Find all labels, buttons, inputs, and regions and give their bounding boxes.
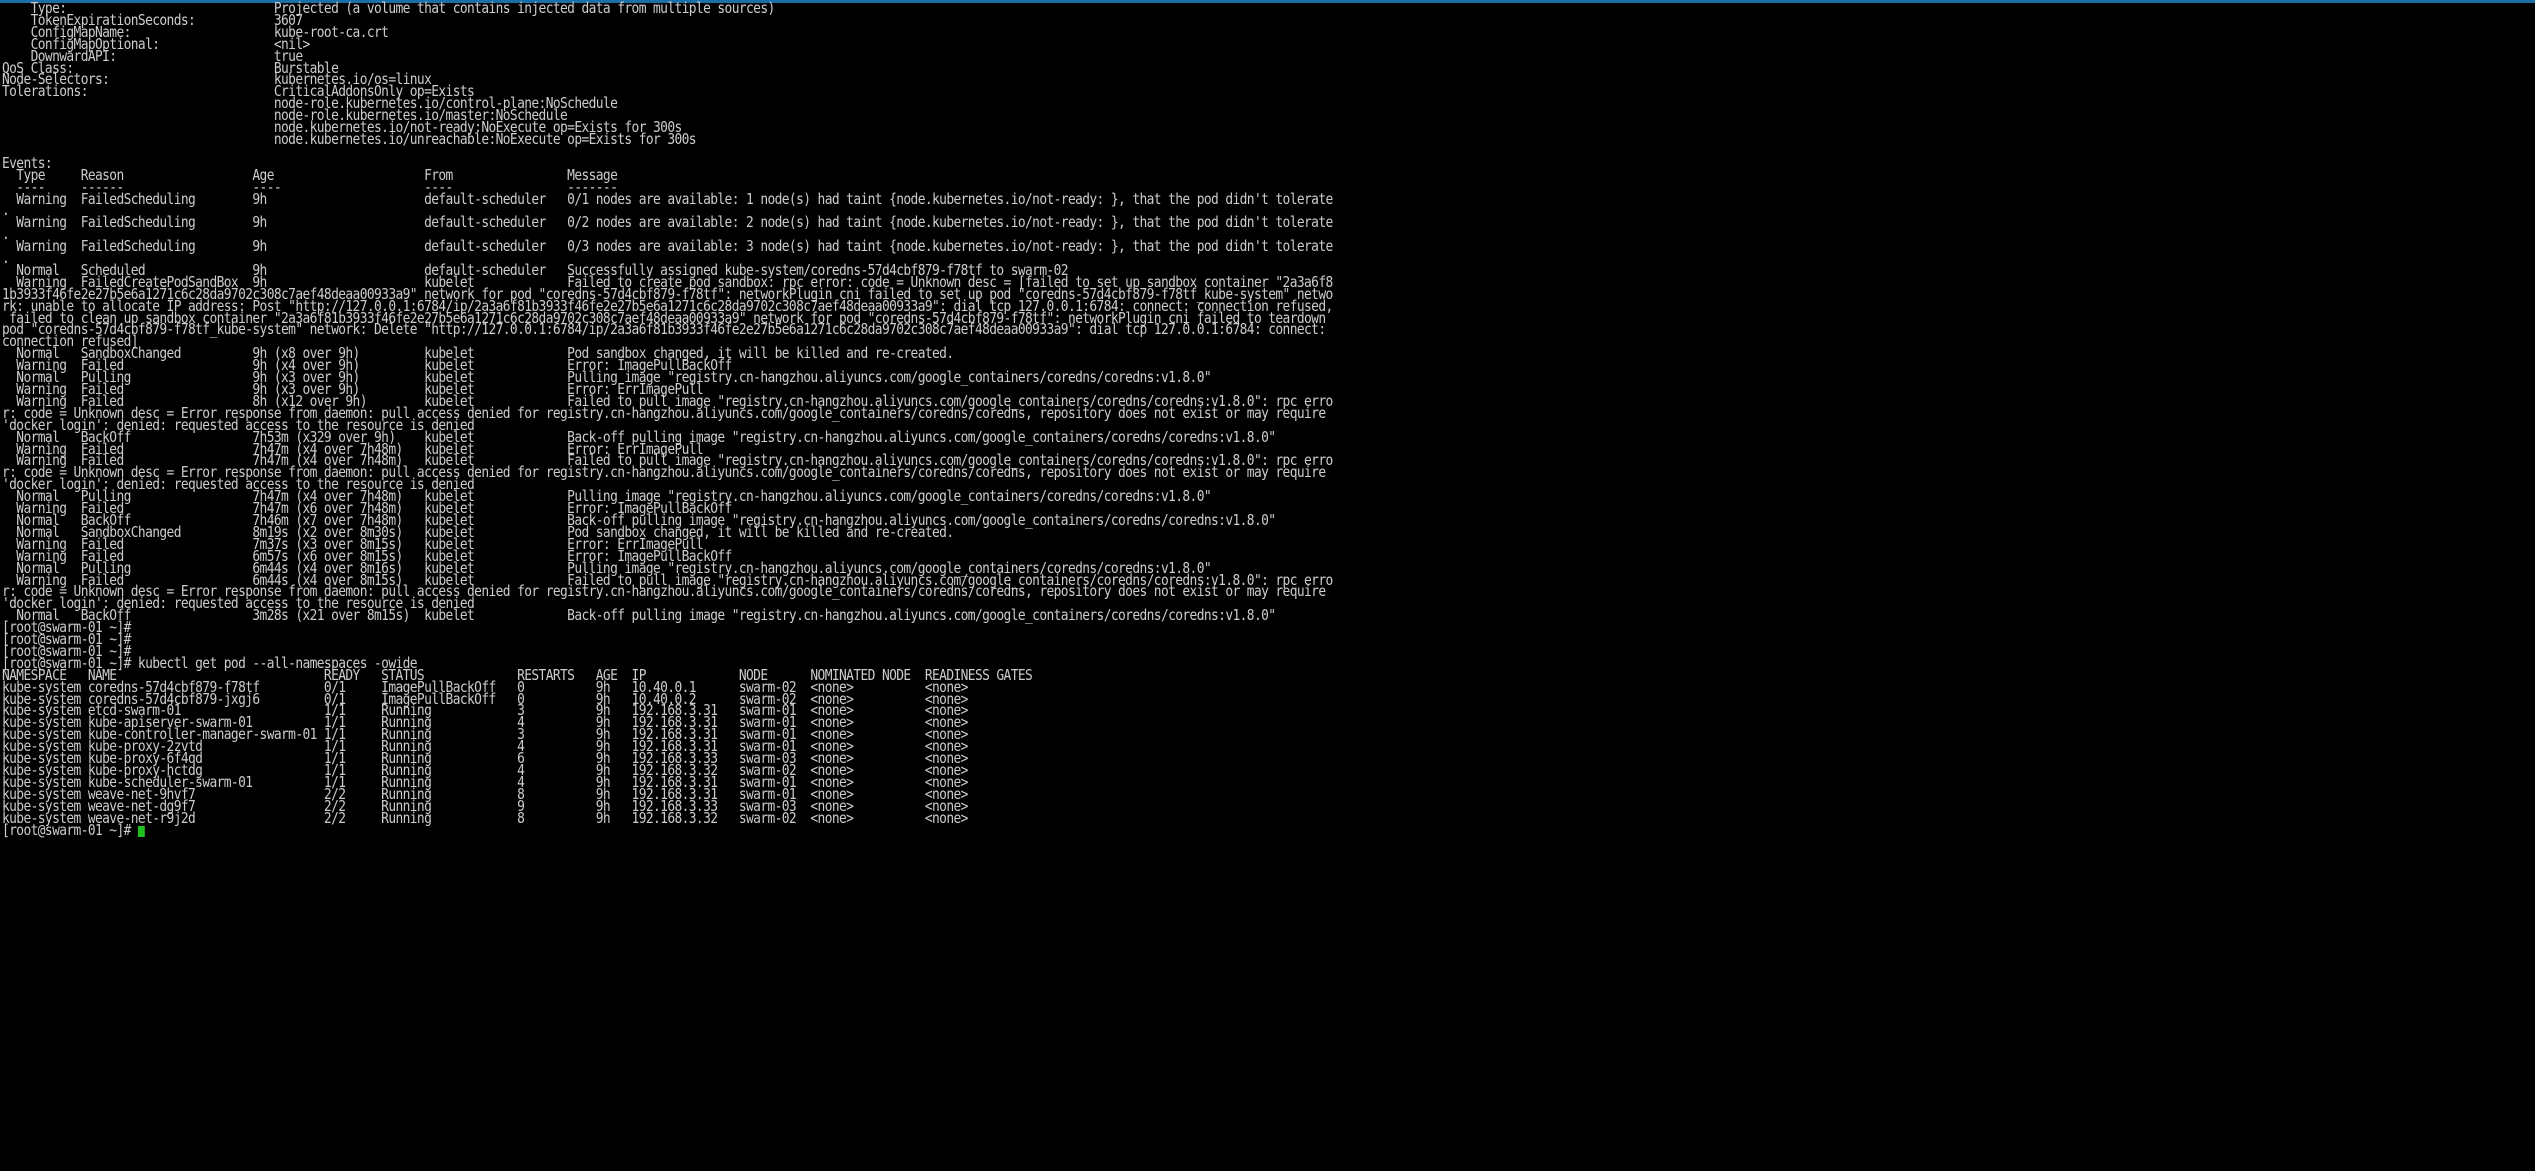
events-table-row-wrap: pod "coredns-57d4cbf879-f78tf_kube-syste… xyxy=(2,320,1333,339)
toleration-line: node.kubernetes.io/unreachable:NoExecute… xyxy=(2,129,697,148)
terminal-screen[interactable]: Type: Projected (a volume that contains … xyxy=(2,0,2535,838)
describe-field-line: Type: Projected (a volume that contains … xyxy=(2,0,776,17)
events-table-row: Warning FailedScheduling 9h default-sche… xyxy=(2,237,1333,256)
events-table-row: Warning FailedScheduling 9h default-sche… xyxy=(2,213,1333,232)
describe-field-line: ConfigMapOptional: <nil> xyxy=(2,34,311,53)
pods-table-row: kube-system weave-net-r9j2d 2/2 Running … xyxy=(2,808,968,827)
shell-prompt-line: [root@swarm-01 ~]# xyxy=(2,630,131,649)
shell-prompt-active[interactable]: [root@swarm-01 ~]# xyxy=(2,822,2168,837)
events-table-row: Normal BackOff 3m28s (x21 over 8m15s) ku… xyxy=(2,606,1276,625)
describe-field-line: ConfigMapName: kube-root-ca.crt xyxy=(2,22,389,41)
prompt-text: [root@swarm-01 ~]# xyxy=(2,820,138,839)
shell-prompt-line: [root@swarm-01 ~]# xyxy=(2,618,131,637)
events-table-row: Warning FailedScheduling 9h default-sche… xyxy=(2,189,1333,208)
text-cursor xyxy=(137,825,145,837)
terminal-window[interactable]: Type: Projected (a volume that contains … xyxy=(0,0,2535,1171)
